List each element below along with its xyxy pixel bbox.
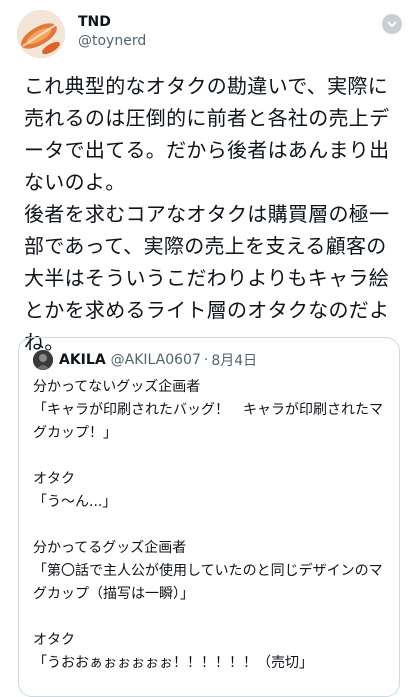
quoted-handle: @AKILA0607	[110, 352, 201, 368]
tweet-header: TND @toynerd	[0, 0, 418, 66]
chevron-down-icon	[387, 21, 397, 27]
quoted-author-avatar	[33, 350, 53, 370]
author-display-name[interactable]: TND	[78, 14, 111, 30]
quoted-avatar-image	[33, 350, 53, 370]
quoted-tweet-header: AKILA @AKILA0607 · 8月4日	[33, 350, 257, 370]
quoted-tweet-text: 分かってないグッズ企画者 「キャラが印刷されたバッグ！ キャラが印刷されたマグカ…	[33, 379, 383, 671]
tweet-text: これ典型的なオタクの勘違いで、実際に売れるのは圧倒的に前者と各社の売上データで出…	[24, 74, 390, 354]
author-handle[interactable]: @toynerd	[78, 33, 146, 49]
quoted-display-name: AKILA	[59, 352, 106, 368]
more-options-button[interactable]	[382, 14, 402, 34]
quoted-tweet[interactable]: AKILA @AKILA0607 · 8月4日 分かってないグッズ企画者 「キャ…	[18, 337, 400, 697]
author-avatar[interactable]	[17, 10, 65, 58]
avatar-image	[17, 10, 65, 58]
quoted-separator: ·	[203, 352, 209, 368]
quoted-date: 8月4日	[211, 353, 258, 369]
